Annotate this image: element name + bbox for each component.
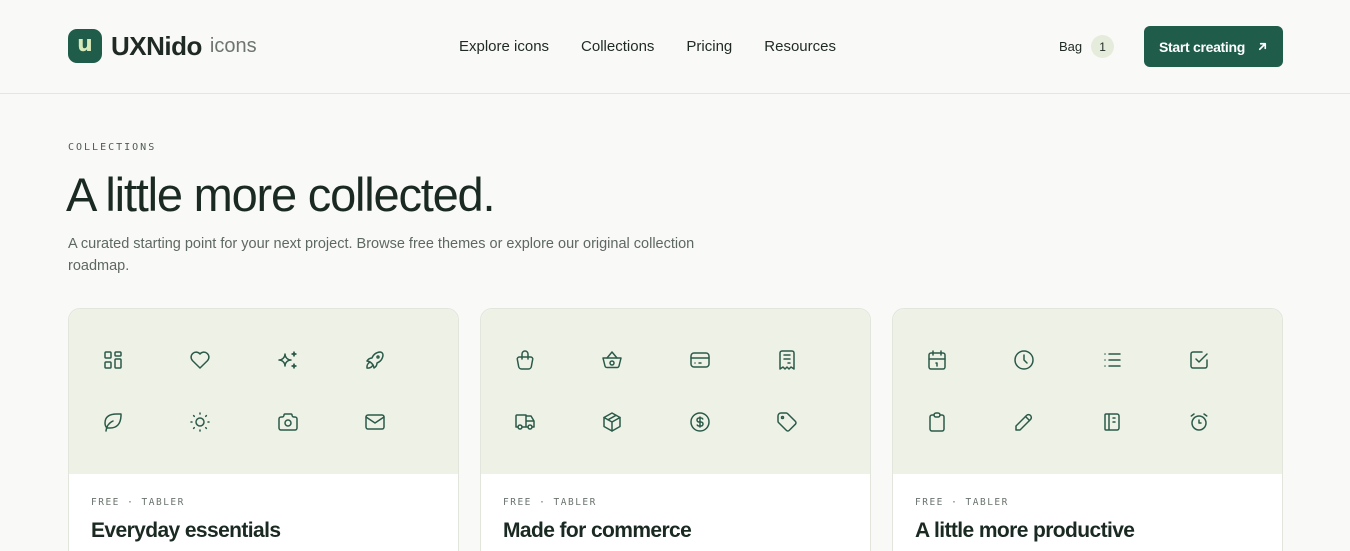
list-icon xyxy=(1104,353,1121,367)
card-meta: FREE · TABLER xyxy=(915,497,1009,508)
rocket-icon xyxy=(366,351,384,369)
notebook-icon xyxy=(1104,413,1120,431)
square-check-icon xyxy=(1190,351,1208,369)
bag-label: Bag xyxy=(1059,39,1083,54)
nav-pricing[interactable]: Pricing xyxy=(686,38,732,55)
section-eyebrow: COLLECTIONS xyxy=(68,142,157,153)
card-title: Everyday essentials xyxy=(91,519,281,542)
collection-card-a-little-more-productive[interactable]: FREE · TABLER A little more productive xyxy=(892,308,1283,551)
card-icon-preview xyxy=(893,309,1282,474)
shopping-bag-icon xyxy=(516,350,534,370)
coin-icon xyxy=(690,412,710,432)
card-body: FREE · TABLER A little more productive xyxy=(893,474,1282,551)
card-body: FREE · TABLER Made for commerce xyxy=(481,474,870,551)
nav-collections[interactable]: Collections xyxy=(581,38,654,55)
card-meta: FREE · TABLER xyxy=(503,497,597,508)
page-title: A little more collected. xyxy=(66,168,496,221)
nav-explore-icons[interactable]: Explore icons xyxy=(459,38,549,55)
alarm-icon xyxy=(1190,413,1208,431)
heart-icon xyxy=(190,351,210,369)
credit-card-icon xyxy=(690,352,710,368)
card-icon-preview xyxy=(481,309,870,474)
card-body: FREE · TABLER Everyday essentials xyxy=(69,474,458,551)
pencil-icon xyxy=(1015,413,1033,431)
main-nav: Explore icons Collections Pricing Resour… xyxy=(459,38,836,55)
layout-grid-icon xyxy=(104,351,122,369)
clipboard-icon xyxy=(929,412,945,432)
sparkles-icon xyxy=(278,351,297,369)
logo-subtitle: icons xyxy=(209,34,257,57)
start-creating-button[interactable]: Start creating xyxy=(1144,26,1283,67)
card-meta: FREE · TABLER xyxy=(91,497,185,508)
collection-card-made-for-commerce[interactable]: FREE · TABLER Made for commerce xyxy=(480,308,871,551)
tag-icon xyxy=(777,412,797,432)
arrow-up-right-icon xyxy=(1257,41,1268,52)
leaf-icon xyxy=(104,413,122,432)
clock-icon xyxy=(1014,350,1034,370)
basket-icon xyxy=(602,351,622,369)
logo-mark-icon: u xyxy=(68,29,102,63)
logo[interactable]: u UXNido icons xyxy=(68,29,257,63)
camera-icon xyxy=(278,413,298,431)
logo-brand-name: UXNido xyxy=(111,30,202,61)
receipt-icon xyxy=(779,350,795,370)
collection-cards: FREE · TABLER Everyday essentials FREE ·… xyxy=(68,308,1283,551)
bag-count-badge: 1 xyxy=(1091,35,1115,58)
card-title: A little more productive xyxy=(915,519,1135,542)
card-title: Made for commerce xyxy=(503,519,692,542)
section-description: A curated starting point for your next p… xyxy=(68,236,695,274)
package-icon xyxy=(603,412,621,432)
card-icon-preview xyxy=(69,309,458,474)
collection-card-everyday-essentials[interactable]: FREE · TABLER Everyday essentials xyxy=(68,308,459,551)
start-creating-label: Start creating xyxy=(1158,38,1246,55)
calendar-icon xyxy=(928,350,946,370)
truck-icon xyxy=(515,414,535,430)
sun-icon xyxy=(190,412,210,432)
mail-icon xyxy=(365,414,385,430)
site-header: u UXNido icons Explore icons Collections… xyxy=(0,0,1350,94)
nav-resources[interactable]: Resources xyxy=(764,38,836,55)
bag-button[interactable]: Bag 1 xyxy=(1059,35,1115,58)
